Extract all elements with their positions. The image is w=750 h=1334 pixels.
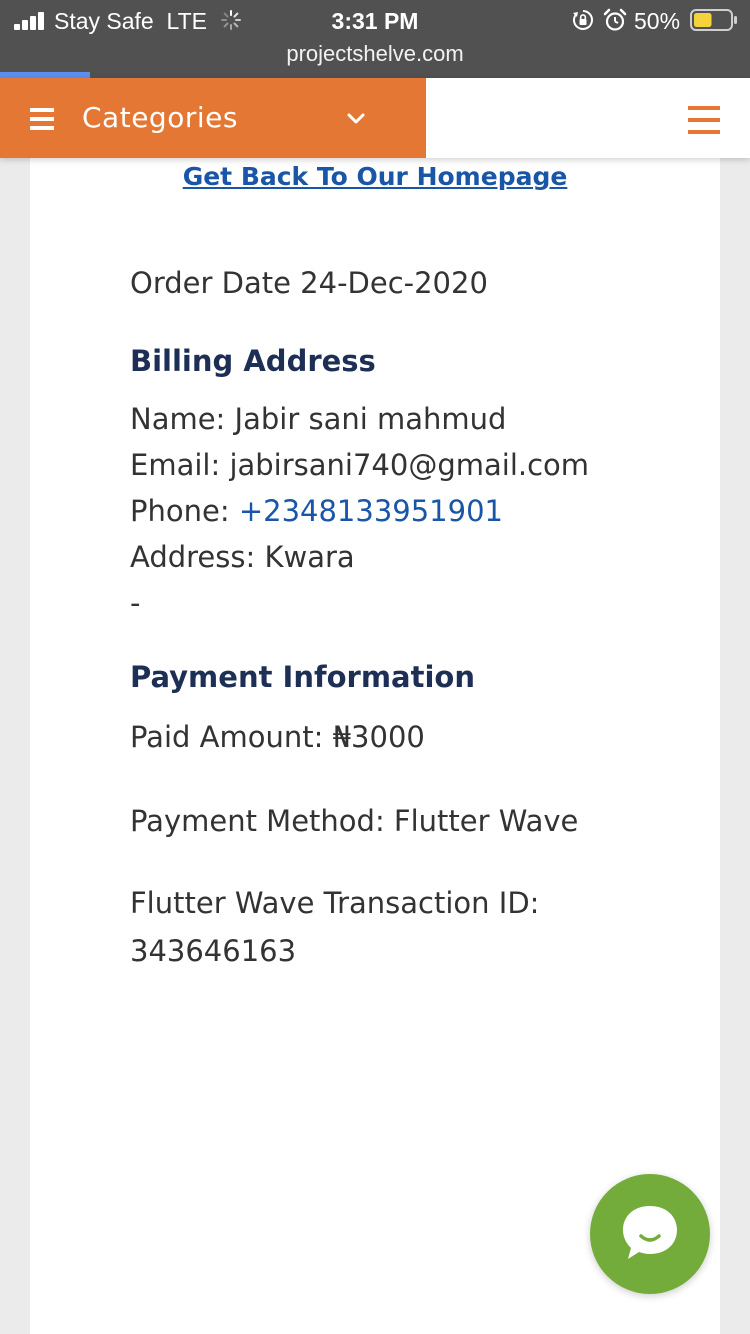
transaction-id-value: 343646163 [130,934,297,968]
payment-information-heading: Payment Information [130,660,475,694]
paid-amount: Paid Amount: ₦3000 [130,720,425,754]
main-menu-icon[interactable] [688,106,720,134]
chat-bubble-icon [623,1206,677,1259]
homepage-link[interactable]: Get Back To Our Homepage [30,160,720,194]
order-date: Order Date 24-Dec-2020 [130,266,488,300]
site-header: Categories [0,78,750,158]
chevron-down-icon [347,113,365,124]
transaction-id-label: Flutter Wave Transaction ID: [130,886,540,920]
chat-widget-button[interactable] [590,1174,710,1294]
alarm-icon [603,8,627,31]
hamburger-menu-icon [30,108,54,130]
billing-name: Name: Jabir sani mahmud [130,402,507,436]
billing-address-heading: Billing Address [130,344,376,378]
categories-label: Categories [82,101,238,134]
orientation-lock-icon [573,10,593,30]
address-bar-url[interactable]: projectshelve.com [0,40,750,68]
billing-email: Email: jabirsani740@gmail.com [130,448,590,482]
phone-link[interactable]: +2348133951901 [239,494,503,528]
status-bar: Stay Safe LTE 3:31 PM 50% projectshelve. [0,0,750,78]
payment-method: Payment Method: Flutter Wave [130,804,579,838]
phone-label: Phone: [130,494,239,528]
battery-percent: 50% [634,8,681,34]
billing-address-extra: - [130,586,141,620]
battery-icon [690,9,737,31]
billing-phone: Phone: +2348133951901 [130,492,503,530]
categories-dropdown[interactable]: Categories [0,78,426,158]
billing-address: Address: Kwara [130,540,355,574]
order-details-card: Get Back To Our Homepage Order Date 24-D… [30,140,720,1334]
